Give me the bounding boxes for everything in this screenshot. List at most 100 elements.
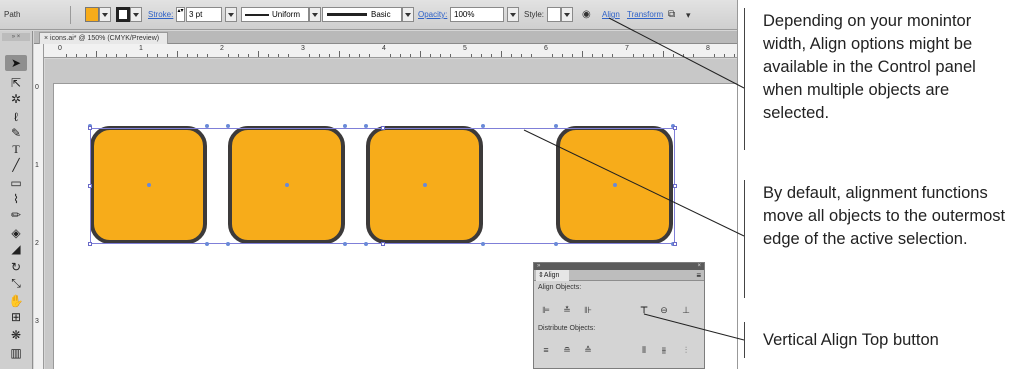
- ruler-tick: [197, 54, 198, 57]
- brush-definition[interactable]: Basic: [322, 7, 402, 22]
- ruler-tick: [663, 51, 664, 57]
- shape-center-point: [284, 183, 289, 187]
- bounding-box-handle[interactable]: [673, 242, 677, 246]
- opacity-dropdown[interactable]: [507, 7, 519, 22]
- magic-wand-icon[interactable]: ✲: [5, 91, 27, 107]
- isolate-group-icon[interactable]: ⧉: [668, 8, 675, 22]
- graphic-style-swatch[interactable]: [547, 7, 561, 22]
- anchor-point[interactable]: [226, 124, 230, 128]
- style-dropdown[interactable]: [561, 7, 573, 22]
- document-tab[interactable]: × icons.ai* @ 150% (CMYK/Preview): [39, 32, 169, 44]
- ruler-tick: [531, 54, 532, 57]
- horizontal-align-right-icon[interactable]: ⊪: [581, 305, 595, 316]
- horizontal-distribute-right-icon[interactable]: ⫶: [679, 345, 693, 356]
- free-transform-icon[interactable]: ⊞: [5, 309, 27, 325]
- horizontal-align-left-icon[interactable]: ⊫: [539, 305, 553, 316]
- pencil-icon[interactable]: ✏: [5, 207, 27, 223]
- horizontal-ruler[interactable]: 0 1 2 3 4 5 6 7 8: [44, 44, 737, 58]
- stroke-swatch-dropdown[interactable]: [130, 7, 142, 22]
- align-panel: » × ⇕Align ≡ Align Objects: ⊫ ≛ ⊪ ⊤ ⊖ ⊥ …: [533, 262, 705, 369]
- recolor-artwork-icon[interactable]: ◉: [582, 8, 591, 22]
- opacity-field[interactable]: 100%: [450, 7, 504, 22]
- ruler-tick: [420, 51, 421, 57]
- close-icon[interactable]: ×: [697, 263, 701, 270]
- horizontal-align-center-icon[interactable]: ≛: [560, 305, 574, 316]
- transform-link[interactable]: Transform: [627, 8, 663, 22]
- panel-grip[interactable]: » ×: [2, 33, 30, 41]
- rectangle-tool-icon[interactable]: ▭: [5, 175, 27, 191]
- scale-tool-icon[interactable]: ⤡: [5, 275, 27, 291]
- anchor-point[interactable]: [554, 124, 558, 128]
- horizontal-distribute-left-icon[interactable]: ⫴: [637, 345, 651, 356]
- bounding-box-handle[interactable]: [88, 242, 92, 246]
- stroke-link[interactable]: Stroke:: [148, 8, 173, 22]
- profile-dropdown[interactable]: [309, 7, 321, 22]
- fill-swatch[interactable]: [85, 7, 99, 22]
- vertical-distribute-bottom-icon[interactable]: ≙: [581, 345, 595, 356]
- panel-menu-icon[interactable]: ≡: [696, 270, 701, 281]
- ruler-tick: [390, 54, 391, 57]
- panel-title-bar[interactable]: » ×: [534, 263, 704, 270]
- panel-menu-icon[interactable]: ▾: [686, 8, 691, 22]
- vertical-distribute-top-icon[interactable]: ≡: [539, 345, 553, 356]
- pen-tool-icon[interactable]: ✎: [5, 125, 27, 141]
- ruler-tick: [278, 54, 279, 57]
- vertical-distribute-center-icon[interactable]: ≘: [560, 345, 574, 356]
- anchor-point[interactable]: [205, 242, 209, 246]
- anchor-point[interactable]: [205, 124, 209, 128]
- stroke-swatch[interactable]: [116, 7, 130, 22]
- bounding-box-handle[interactable]: [380, 242, 385, 246]
- shape-center-point: [422, 183, 427, 187]
- stroke-weight-field[interactable]: 3 pt: [186, 7, 222, 22]
- anchor-point[interactable]: [364, 242, 368, 246]
- ruler-tick: [248, 54, 249, 57]
- direct-selection-tool-icon[interactable]: ⇱: [5, 75, 27, 91]
- line-tool-icon[interactable]: ╱: [5, 157, 27, 173]
- vertical-align-center-icon[interactable]: ⊖: [657, 305, 671, 316]
- lasso-icon[interactable]: ℓ: [5, 109, 27, 125]
- anchor-point[interactable]: [481, 124, 485, 128]
- opacity-link[interactable]: Opacity:: [418, 8, 447, 22]
- horizontal-distribute-center-icon[interactable]: ⫵: [657, 345, 671, 356]
- anchor-point[interactable]: [343, 242, 347, 246]
- ruler-tick: [612, 54, 613, 57]
- ruler-tick: [430, 54, 431, 57]
- bounding-box-handle[interactable]: [673, 184, 677, 188]
- eraser-icon[interactable]: ◢: [5, 241, 27, 257]
- graph-tool-icon[interactable]: ▥: [5, 345, 27, 361]
- ruler-tick: [339, 51, 340, 57]
- vertical-align-top-icon[interactable]: ⊤: [637, 305, 651, 316]
- bounding-box-handle[interactable]: [380, 126, 385, 130]
- collapse-icon[interactable]: »: [537, 263, 540, 270]
- vertical-ruler[interactable]: 0 1 2 3: [34, 44, 44, 369]
- anchor-point[interactable]: [481, 242, 485, 246]
- symbol-sprayer-icon[interactable]: ❋: [5, 327, 27, 343]
- align-link[interactable]: Align: [602, 8, 620, 22]
- warp-tool-icon[interactable]: ✋: [5, 293, 27, 309]
- type-tool-icon[interactable]: T: [5, 141, 27, 157]
- paintbrush-icon[interactable]: ⌇: [5, 191, 27, 207]
- callout-bar: [744, 8, 745, 150]
- rotate-tool-icon[interactable]: ↻: [5, 259, 27, 275]
- stroke-stepper[interactable]: ▴▾: [176, 7, 185, 22]
- bounding-box-handle[interactable]: [88, 184, 92, 188]
- bounding-box-handle[interactable]: [88, 126, 92, 130]
- ruler-number: 0: [58, 45, 62, 52]
- fill-dropdown[interactable]: [99, 7, 111, 22]
- brush-label: Basic: [371, 10, 391, 19]
- blob-brush-icon[interactable]: ◈: [5, 225, 27, 241]
- selection-tool-icon[interactable]: ➤: [5, 55, 27, 71]
- anchor-point[interactable]: [226, 242, 230, 246]
- ruler-tick: [724, 54, 725, 57]
- variable-width-profile[interactable]: Uniform: [241, 7, 309, 22]
- bounding-box-handle[interactable]: [673, 126, 677, 130]
- ruler-number: 7: [625, 45, 629, 52]
- vertical-align-bottom-icon[interactable]: ⊥: [679, 305, 693, 316]
- ruler-tick: [481, 54, 482, 57]
- anchor-point[interactable]: [364, 124, 368, 128]
- brush-dropdown[interactable]: [402, 7, 414, 22]
- align-panel-tab[interactable]: ⇕Align: [536, 270, 570, 281]
- anchor-point[interactable]: [343, 124, 347, 128]
- stroke-weight-dropdown[interactable]: [225, 7, 237, 22]
- anchor-point[interactable]: [554, 242, 558, 246]
